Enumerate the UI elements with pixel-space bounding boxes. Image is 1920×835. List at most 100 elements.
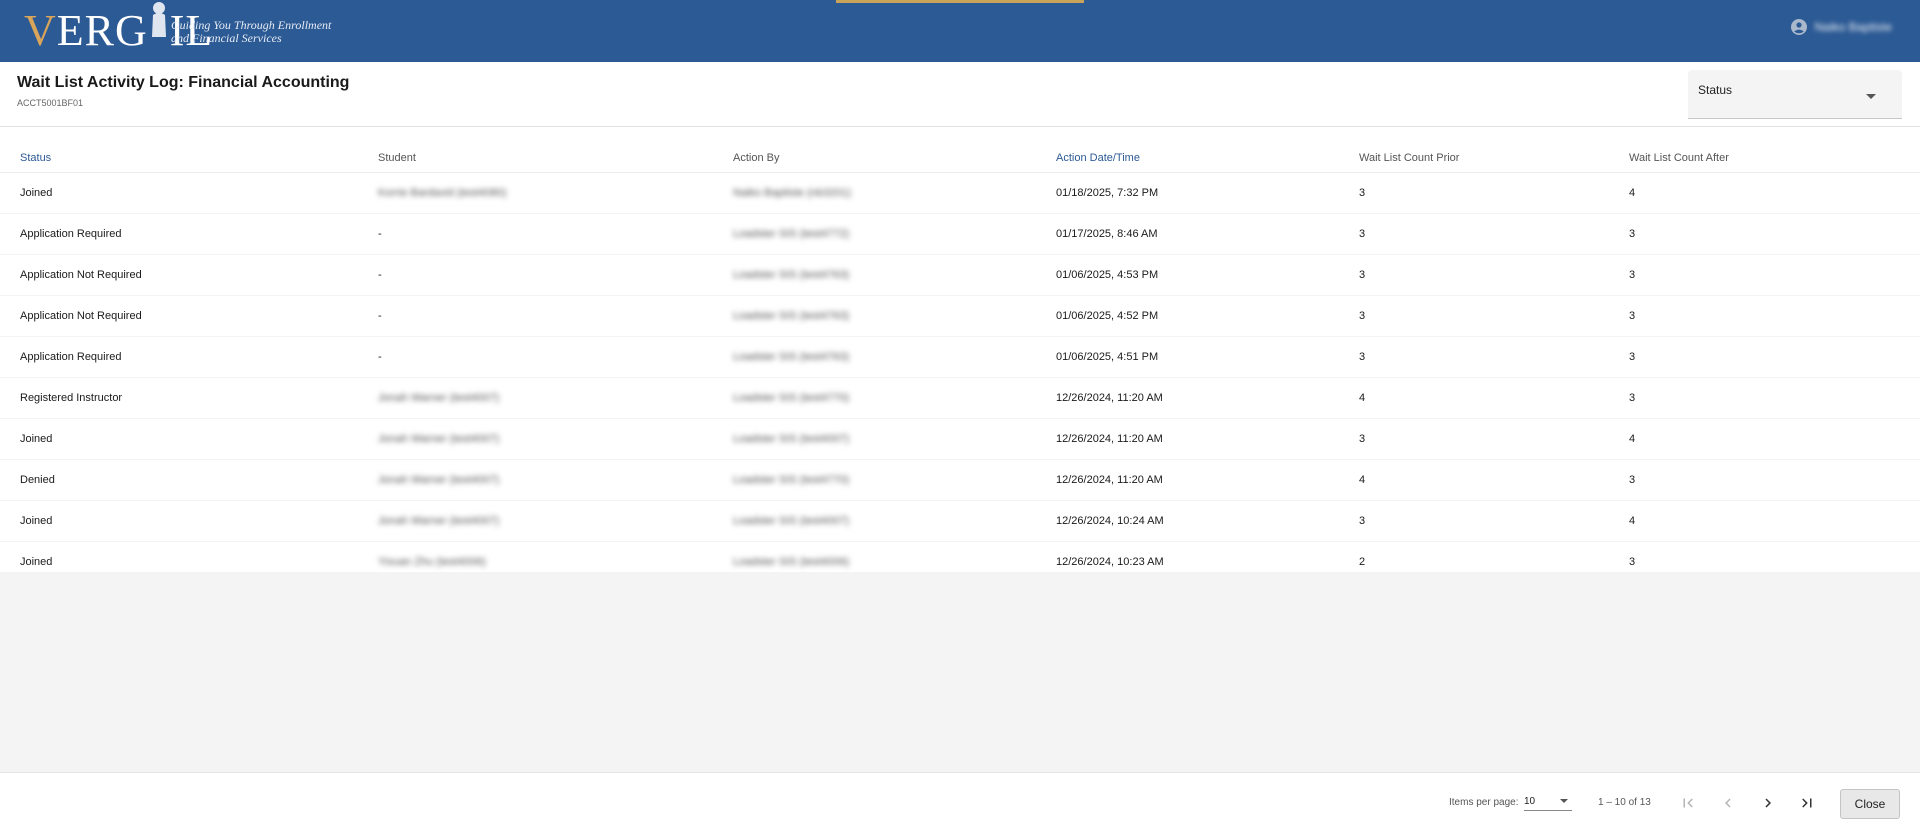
count-after-cell: 3 bbox=[1629, 336, 1920, 378]
count-prior-cell: 3 bbox=[1359, 254, 1629, 296]
action-datetime-cell-text: 12/26/2024, 10:24 AM bbox=[1056, 515, 1164, 527]
items-per-page-value: 10 bbox=[1524, 796, 1536, 807]
count-prior-cell: 3 bbox=[1359, 500, 1629, 542]
action-datetime-cell: 12/26/2024, 11:20 AM bbox=[1056, 459, 1359, 501]
status-cell: Application Required bbox=[0, 336, 378, 378]
action-datetime-cell-text: 12/26/2024, 10:23 AM bbox=[1056, 556, 1164, 568]
next-page-button[interactable] bbox=[1751, 786, 1785, 820]
count-prior-cell: 4 bbox=[1359, 377, 1629, 419]
action-datetime-cell: 01/18/2025, 7:32 PM bbox=[1056, 172, 1359, 214]
user-menu[interactable]: Naiko Baptiste bbox=[1790, 19, 1892, 35]
count-prior-cell-text: 4 bbox=[1359, 474, 1366, 486]
count-prior-cell-text: 2 bbox=[1359, 556, 1366, 568]
count-prior-cell-text: 4 bbox=[1359, 392, 1366, 404]
status-cell-text: Joined bbox=[20, 556, 53, 568]
count-after-cell-text: 4 bbox=[1629, 187, 1636, 199]
count-prior-cell-text: 3 bbox=[1359, 310, 1366, 322]
count-after-cell-text: 3 bbox=[1629, 556, 1636, 568]
status-cell: Joined bbox=[0, 500, 378, 542]
count-after-cell: 4 bbox=[1629, 418, 1920, 460]
count-after-cell: 3 bbox=[1629, 254, 1920, 296]
table-row[interactable]: Registered Instructor Jonah Warner (test4… bbox=[0, 377, 1920, 419]
items-per-page-select[interactable]: 10 bbox=[1524, 792, 1572, 811]
count-prior-cell-text: 3 bbox=[1359, 433, 1366, 445]
chevron-right-icon bbox=[1765, 798, 1771, 808]
column-header-status[interactable]: Status bbox=[0, 144, 378, 173]
table-row[interactable]: Application Not Required - Loadster SIS (t… bbox=[0, 254, 1920, 296]
count-prior-cell: 4 bbox=[1359, 459, 1629, 501]
table-row[interactable]: Application Required - Loadster SIS (test4… bbox=[0, 213, 1920, 255]
user-name: Naiko Baptiste bbox=[1814, 20, 1892, 34]
count-after-cell: 3 bbox=[1629, 213, 1920, 255]
first-page-button[interactable] bbox=[1671, 786, 1705, 820]
table-row[interactable]: Application Not Required - Loadster SIS (t… bbox=[0, 295, 1920, 337]
count-after-cell-text: 3 bbox=[1629, 474, 1636, 486]
action-datetime-cell: 01/17/2025, 8:46 AM bbox=[1056, 213, 1359, 255]
page-range-label: 1 – 10 of 13 bbox=[1598, 797, 1651, 808]
action-by-cell-text: Loadster SIS (test4772) bbox=[733, 228, 850, 240]
table-row[interactable]: Joined Jonah Warner (test4007) Loadster SI… bbox=[0, 418, 1920, 460]
status-cell-text: Application Not Required bbox=[20, 310, 142, 322]
status-cell: Denied bbox=[0, 459, 378, 501]
count-after-cell-text: 4 bbox=[1629, 515, 1636, 527]
status-cell: Registered Instructor bbox=[0, 377, 378, 419]
tagline-line-2: and Financial Services bbox=[171, 31, 282, 45]
student-cell-text: - bbox=[378, 310, 382, 322]
count-after-cell-text: 3 bbox=[1629, 228, 1636, 240]
status-filter-select[interactable]: Status bbox=[1688, 70, 1902, 119]
status-cell: Joined bbox=[0, 541, 378, 583]
action-datetime-cell: 12/26/2024, 11:20 AM bbox=[1056, 377, 1359, 419]
table-row[interactable]: Joined Yixuan Zhu (test4006) Loadster SIS … bbox=[0, 541, 1920, 583]
count-prior-cell-text: 3 bbox=[1359, 187, 1366, 199]
action-by-cell: Loadster SIS (test4763) bbox=[733, 336, 1056, 378]
action-by-cell: Loadster SIS (test4006) bbox=[733, 541, 1056, 583]
action-by-cell-text: Loadster SIS (test4763) bbox=[733, 310, 850, 322]
status-cell: Joined bbox=[0, 418, 378, 460]
student-cell: - bbox=[378, 336, 733, 378]
action-datetime-cell-text: 01/17/2025, 8:46 AM bbox=[1056, 228, 1158, 240]
last-page-icon bbox=[1802, 798, 1812, 808]
logo-tagline: Guiding You Through Enrollment and Finan… bbox=[171, 19, 351, 45]
student-cell-text: Jonah Warner (test4007) bbox=[378, 392, 500, 404]
previous-page-button[interactable] bbox=[1711, 786, 1745, 820]
action-datetime-cell: 01/06/2025, 4:52 PM bbox=[1056, 295, 1359, 337]
app-header: VERG IL Guiding You Through Enrollment an… bbox=[0, 0, 1920, 62]
status-cell: Application Not Required bbox=[0, 295, 378, 337]
dropdown-arrow-icon bbox=[1560, 799, 1568, 803]
student-cell: - bbox=[378, 213, 733, 255]
student-cell-text: - bbox=[378, 269, 382, 281]
status-cell-text: Application Required bbox=[20, 228, 122, 240]
status-cell: Application Not Required bbox=[0, 254, 378, 296]
count-prior-cell: 3 bbox=[1359, 213, 1629, 255]
student-cell-text: Jonah Warner (test4007) bbox=[378, 474, 500, 486]
student-cell: - bbox=[378, 254, 733, 296]
status-filter-label: Status bbox=[1698, 83, 1733, 97]
count-after-cell: 3 bbox=[1629, 295, 1920, 337]
first-page-icon bbox=[1683, 798, 1693, 808]
table-row[interactable]: Application Required - Loadster SIS (test4… bbox=[0, 336, 1920, 378]
bust-icon bbox=[151, 1, 166, 37]
table-row[interactable]: Denied Jonah Warner (test4007) Loadster SI… bbox=[0, 459, 1920, 501]
column-header-count-after: Wait List Count After bbox=[1629, 144, 1920, 173]
action-datetime-cell: 12/26/2024, 11:20 AM bbox=[1056, 418, 1359, 460]
action-datetime-cell-text: 12/26/2024, 11:20 AM bbox=[1056, 392, 1163, 404]
action-by-cell: Loadster SIS (test4007) bbox=[733, 500, 1056, 542]
table-row[interactable]: Joined Korrie Bardavid (test4080) Naiko Ba… bbox=[0, 172, 1920, 214]
count-prior-cell: 3 bbox=[1359, 418, 1629, 460]
action-by-cell-text: Loadster SIS (test4770) bbox=[733, 474, 850, 486]
column-header-action-datetime[interactable]: Action Date/Time bbox=[1056, 144, 1359, 173]
table-row[interactable]: Joined Jonah Warner (test4007) Loadster SI… bbox=[0, 500, 1920, 542]
action-by-cell-text: Loadster SIS (test4770) bbox=[733, 392, 850, 404]
header-accent-bar bbox=[836, 0, 1084, 3]
action-by-cell: Loadster SIS (test4763) bbox=[733, 254, 1056, 296]
status-cell: Application Required bbox=[0, 213, 378, 255]
chevron-left-icon bbox=[1725, 798, 1731, 808]
status-cell-text: Registered Instructor bbox=[20, 392, 123, 404]
student-cell: Korrie Bardavid (test4080) bbox=[378, 172, 733, 214]
last-page-button[interactable] bbox=[1790, 786, 1824, 820]
action-by-cell-text: Loadster SIS (test4007) bbox=[733, 433, 850, 445]
close-button[interactable]: Close bbox=[1840, 789, 1900, 819]
action-by-cell: Loadster SIS (test4770) bbox=[733, 459, 1056, 501]
student-cell: - bbox=[378, 295, 733, 337]
items-per-page-label: Items per page: bbox=[1449, 797, 1519, 808]
